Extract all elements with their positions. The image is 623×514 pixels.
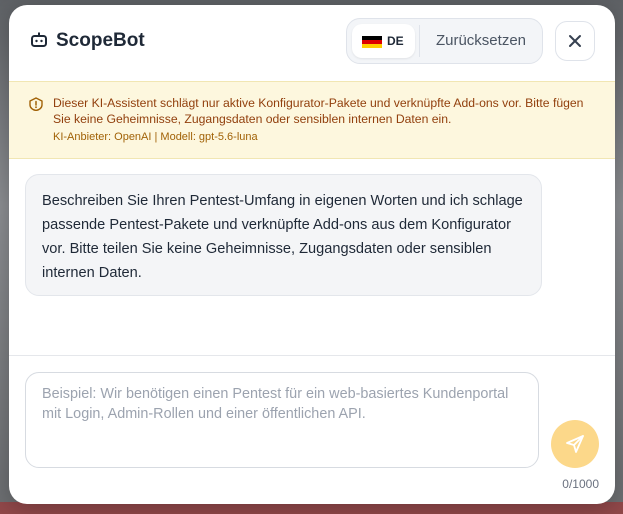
- close-button[interactable]: [555, 21, 595, 61]
- language-reset-group: DE Zurücksetzen: [346, 18, 543, 64]
- group-divider: [419, 25, 420, 57]
- message-input[interactable]: [25, 372, 539, 468]
- language-code: DE: [387, 34, 404, 48]
- assistant-message: Beschreiben Sie Ihren Pentest-Umfang in …: [25, 174, 542, 296]
- model-info: KI-Anbieter: OpenAI | Modell: gpt-5.6-lu…: [53, 131, 258, 143]
- composer-divider: [9, 355, 615, 356]
- modal-title: ScopeBot: [56, 30, 145, 51]
- robot-icon: [31, 32, 47, 47]
- send-icon: [566, 435, 584, 453]
- language-selector[interactable]: DE: [352, 24, 415, 58]
- notice-text: Dieser KI-Assistent schlägt nur aktive K…: [53, 96, 584, 126]
- privacy-notice: Dieser KI-Assistent schlägt nur aktive K…: [9, 81, 615, 159]
- modal-header: ScopeBot DE Zurücksetzen: [9, 5, 615, 80]
- alert-circle-icon: [29, 97, 43, 111]
- close-icon: [569, 35, 581, 47]
- character-counter: 0/1000: [562, 477, 599, 491]
- send-button[interactable]: [551, 420, 599, 468]
- chat-modal: ScopeBot DE Zurücksetzen Dieser KI-Assis…: [9, 5, 615, 504]
- german-flag-icon: [362, 36, 382, 48]
- reset-button[interactable]: Zurücksetzen: [425, 24, 537, 58]
